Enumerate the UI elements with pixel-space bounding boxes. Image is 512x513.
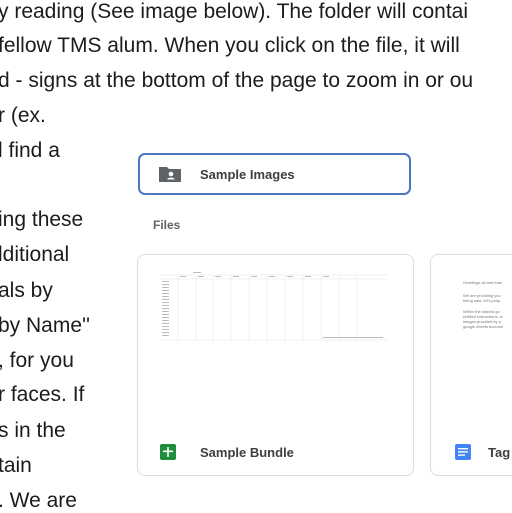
preview-line: Greetings all and than	[463, 280, 503, 285]
doc-line: als by	[0, 279, 53, 302]
files-heading: Files	[153, 218, 181, 232]
doc-line: ing these	[0, 208, 84, 231]
shared-folder-icon	[158, 165, 182, 183]
file-card-footer: Tag	[431, 429, 512, 475]
doc-line: l find a	[0, 139, 60, 162]
doc-line: tain	[0, 454, 32, 477]
doc-line: . We are	[0, 489, 77, 512]
doc-line: r faces. If	[0, 383, 85, 406]
file-name: Sample Bundle	[200, 444, 294, 460]
sheets-icon	[160, 444, 176, 460]
doc-line: by Name''	[0, 314, 91, 337]
doc-line: lditional	[0, 243, 70, 266]
folder-sample-images[interactable]: Sample Images	[138, 153, 411, 195]
docs-icon	[455, 444, 471, 460]
doc-line: s in the	[0, 419, 66, 442]
preview-line: google sheets docume	[463, 324, 504, 329]
doc-line: , for you	[0, 349, 74, 372]
folder-label: Sample Images	[200, 166, 295, 182]
doc-line: r (ex.	[0, 104, 46, 127]
file-card-sample-bundle[interactable]: Sample Bundle	[137, 254, 414, 476]
file-name: Tag	[488, 444, 511, 460]
doc-line: d - signs at the bottom of the page to z…	[0, 69, 474, 92]
preview-line: being said, let's jump	[463, 298, 501, 303]
file-card-tag[interactable]: Greetings all and than We are providing …	[430, 254, 512, 476]
doc-line: fellow TMS alum. When you click on the f…	[0, 34, 460, 57]
file-card-footer: Sample Bundle	[138, 429, 413, 475]
spreadsheet-thumbnail	[138, 255, 413, 427]
doc-line: y reading (See image below). The folder …	[0, 0, 469, 23]
document-thumbnail: Greetings all and than We are providing …	[431, 255, 512, 427]
